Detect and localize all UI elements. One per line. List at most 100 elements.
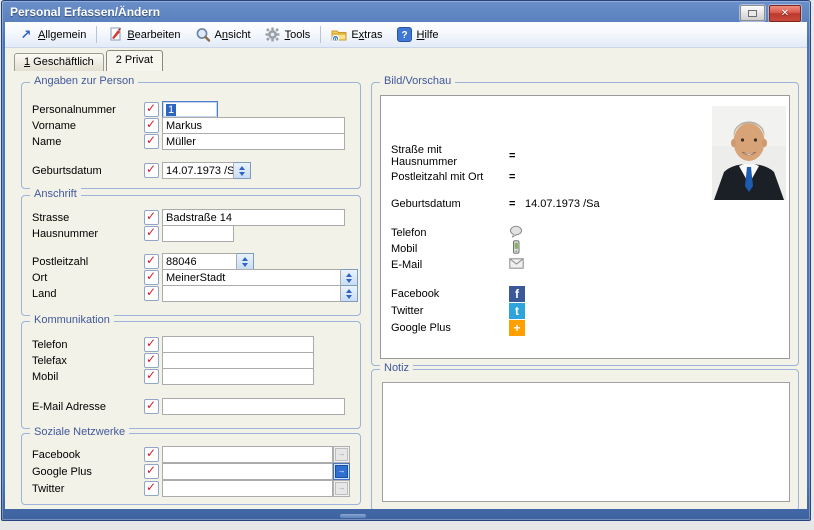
equals-sign: = [509,150,525,162]
field-row: Facebook → [32,446,350,463]
google-plus-icon: + [509,320,525,336]
personalnummer-input[interactable]: 1 [162,101,218,118]
validation-check-icon[interactable] [144,464,159,479]
postleitzahl-input[interactable]: 88046 [162,253,237,270]
group-title: Anschrift [30,188,81,200]
ort-spinner[interactable] [341,269,358,286]
close-button[interactable]: ✕ [769,5,801,22]
google-plus-input[interactable] [162,463,333,480]
validation-check-icon[interactable] [144,353,159,368]
resize-grip[interactable] [340,514,366,518]
field-row: Twitter → [32,480,350,497]
telefax-label: Telefax [32,355,144,367]
geburtsdatum-spinner[interactable] [234,162,251,179]
google-plus-label: Google Plus [32,466,144,478]
toolbar-separator [96,26,97,43]
tab-content-privat: Angaben zur Person Personalnummer 1 Vorn… [5,71,807,509]
google-plus-open-button[interactable]: → [333,463,350,480]
hausnummer-input[interactable] [162,225,234,242]
restore-icon [748,10,757,17]
email-label: E-Mail Adresse [32,401,144,413]
menu-tools[interactable]: Tools [258,24,318,45]
open-link-icon: → [335,465,348,478]
strasse-input[interactable]: Badstraße 14 [162,209,345,226]
validation-check-icon[interactable] [144,226,159,241]
validation-check-icon[interactable] [144,210,159,225]
validation-check-icon[interactable] [144,118,159,133]
land-spinner[interactable] [341,285,358,302]
close-icon: ✕ [781,8,789,19]
facebook-input[interactable] [162,446,333,463]
titlebar[interactable]: Personal Erfassen/Ändern [2,1,810,22]
menu-bearbeiten[interactable]: Bearbeiten [100,24,187,45]
facebook-label: Facebook [32,449,144,461]
mobile-phone-icon [509,240,523,257]
land-input[interactable] [162,285,341,302]
equals-sign: = [509,198,525,210]
validation-check-icon[interactable] [144,102,159,117]
app-window: Personal Erfassen/Ändern ✕ ↗ Allgemein [1,0,811,521]
folder-icon: o [331,27,347,43]
twitter-icon: t [509,303,525,319]
preview-row: Telefon [391,225,524,240]
twitter-input[interactable] [162,480,333,497]
name-label: Name [32,136,144,148]
menu-allgemein[interactable]: ↗ Allgemein [11,24,93,45]
desktop: Personal Erfassen/Ändern ✕ ↗ Allgemein [0,0,814,530]
vorname-input[interactable]: Markus [162,117,345,134]
validation-check-icon[interactable] [144,399,159,414]
field-row: E-Mail Adresse [32,398,345,415]
preview-row: Geburtsdatum = 14.07.1973 /Sa [391,196,600,211]
mobil-input[interactable] [162,368,314,385]
validation-check-icon[interactable] [144,447,159,462]
name-input[interactable]: Müller [162,133,345,150]
preview-row: Facebook f [391,286,525,301]
validation-check-icon[interactable] [144,481,159,496]
validation-check-icon[interactable] [144,163,159,178]
open-link-icon: → [335,482,348,495]
vorname-label: Vorname [32,120,144,132]
toolbar-separator [320,26,321,43]
telefax-input[interactable] [162,352,314,369]
portrait-photo [712,106,786,200]
group-title: Kommunikation [30,314,114,326]
field-row: Postleitzahl 88046 [32,253,345,270]
telefon-input[interactable] [162,336,314,353]
preview-row: Mobil [391,241,523,256]
validation-check-icon[interactable] [144,369,159,384]
preview-row: Postleitzahl mit Ort = [391,169,525,184]
preview-telefon-label: Telefon [391,227,509,239]
validation-check-icon[interactable] [144,337,159,352]
twitter-open-button[interactable]: → [333,480,350,497]
geburtsdatum-input[interactable]: 14.07.1973 /Sa [162,162,234,179]
personalnummer-label: Personalnummer [32,104,144,116]
validation-check-icon[interactable] [144,286,159,301]
facebook-open-button[interactable]: → [333,446,350,463]
ort-input[interactable]: MeinerStadt [162,269,341,286]
preview-plz-ort-label: Postleitzahl mit Ort [391,171,509,183]
validation-check-icon[interactable] [144,134,159,149]
group-title: Notiz [380,362,413,374]
preview-strasse-label: Straße mit Hausnummer [391,144,509,168]
tab-geschaeftlich[interactable]: 1 Geschäftlich [14,53,104,71]
field-row: Vorname Markus [32,117,345,134]
preview-row: Google Plus + [391,320,525,335]
notiz-textarea[interactable] [382,382,790,502]
group-title: Soziale Netzwerke [30,426,129,438]
menu-ansicht[interactable]: Ansicht [188,24,258,45]
mobil-label: Mobil [32,371,144,383]
restore-button[interactable] [740,5,765,21]
menu-hilfe[interactable]: ? Hilfe [390,24,446,45]
field-row: Google Plus → [32,463,350,480]
menu-extras[interactable]: o Extras [324,24,389,45]
email-input[interactable] [162,398,345,415]
svg-text:?: ? [401,30,407,41]
postleitzahl-spinner[interactable] [237,253,254,270]
preview-row: Straße mit Hausnummer = [391,148,525,163]
validation-check-icon[interactable] [144,270,159,285]
validation-check-icon[interactable] [144,254,159,269]
tab-privat[interactable]: 2 Privat [106,50,163,71]
field-row: Mobil [32,368,345,385]
preview-row: Twitter t [391,303,525,318]
field-row: Strasse Badstraße 14 [32,209,345,226]
